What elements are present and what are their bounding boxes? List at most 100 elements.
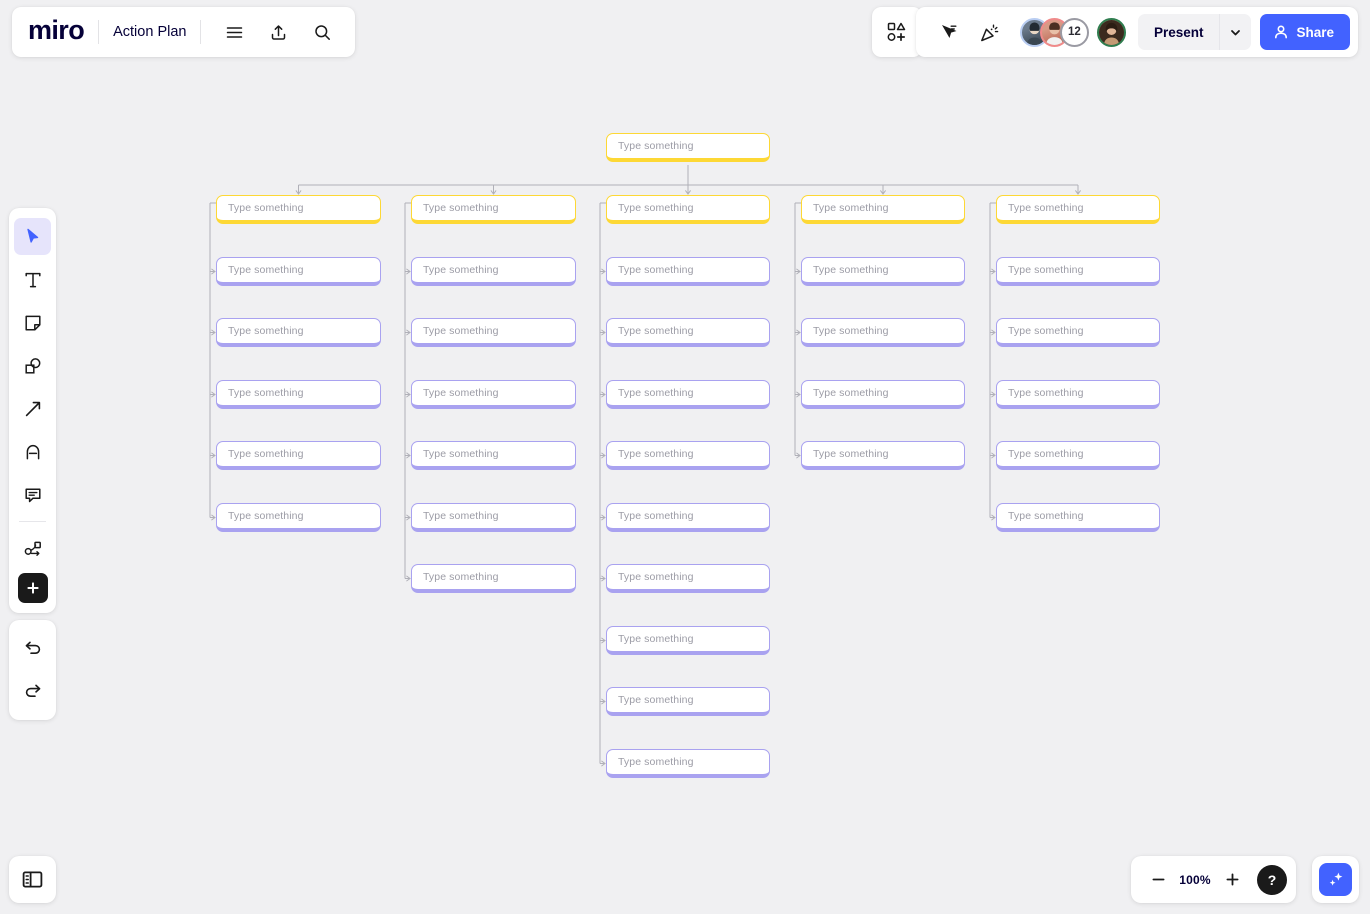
present-control-group: Present [1137, 14, 1252, 50]
column-2-child-2[interactable]: Type something [411, 318, 576, 347]
column-5-header[interactable]: Type something [996, 195, 1160, 224]
person-icon [1273, 24, 1289, 40]
board-canvas[interactable]: Type something Type something Type somethi… [0, 0, 1370, 914]
root-node[interactable]: Type something [606, 133, 770, 162]
ai-panel [1312, 856, 1359, 903]
column-1-child-1[interactable]: Type something [216, 257, 381, 286]
column-4-child-3[interactable]: Type something [801, 380, 965, 409]
column-3-child-6[interactable]: Type something [606, 564, 770, 593]
divider [200, 20, 202, 44]
column-1-child-4[interactable]: Type something [216, 441, 381, 470]
node-placeholder: Type something [228, 202, 304, 214]
column-2-header[interactable]: Type something [411, 195, 576, 224]
overflow-count-label: 12 [1068, 26, 1081, 38]
node-placeholder: Type something [618, 510, 694, 522]
hamburger-menu-icon[interactable] [217, 15, 251, 49]
column-2-child-4[interactable]: Type something [411, 441, 576, 470]
column-3-child-1[interactable]: Type something [606, 257, 770, 286]
collaborator-overflow-count[interactable]: 12 [1059, 17, 1089, 47]
column-4-child-4[interactable]: Type something [801, 441, 965, 470]
column-5-child-5[interactable]: Type something [996, 503, 1160, 532]
node-placeholder: Type something [1008, 325, 1084, 337]
column-5-child-1[interactable]: Type something [996, 257, 1160, 286]
column-3-child-5[interactable]: Type something [606, 503, 770, 532]
column-1-header[interactable]: Type something [216, 195, 381, 224]
column-3-child-7[interactable]: Type something [606, 626, 770, 655]
column-1-child-3[interactable]: Type something [216, 380, 381, 409]
node-placeholder: Type something [1008, 387, 1084, 399]
node-placeholder: Type something [813, 325, 889, 337]
present-button[interactable]: Present [1137, 14, 1220, 50]
upload-icon[interactable] [261, 15, 295, 49]
comment-tool[interactable] [14, 476, 51, 513]
celebration-icon[interactable] [972, 14, 1008, 50]
shapes-templates-icon[interactable] [886, 21, 908, 43]
zoom-out-button[interactable] [1142, 864, 1174, 896]
column-4-header[interactable]: Type something [801, 195, 965, 224]
sparkles-icon[interactable] [1319, 863, 1352, 896]
cursor-pointer-icon[interactable] [930, 14, 966, 50]
miro-logo[interactable]: miro [28, 16, 85, 48]
toolbar-divider [19, 521, 46, 522]
node-placeholder: Type something [1008, 202, 1084, 214]
zoom-level-label[interactable]: 100% [1178, 873, 1212, 887]
column-3-child-8[interactable]: Type something [606, 687, 770, 716]
collaborator-owner-avatar[interactable] [1096, 17, 1126, 47]
node-placeholder: Type something [618, 633, 694, 645]
column-1-child-2[interactable]: Type something [216, 318, 381, 347]
side-panel-toggle[interactable] [9, 856, 56, 903]
chevron-down-icon[interactable] [1219, 14, 1252, 50]
connector-tool[interactable] [14, 390, 51, 427]
column-2-child-6[interactable]: Type something [411, 564, 576, 593]
text-tool[interactable] [14, 261, 51, 298]
topbar-left: miro Action Plan [12, 7, 356, 57]
more-apps-tool[interactable] [17, 573, 48, 603]
node-placeholder: Type something [813, 448, 889, 460]
column-2-child-1[interactable]: Type something [411, 257, 576, 286]
board-title[interactable]: Action Plan [113, 24, 186, 40]
node-placeholder: Type something [423, 510, 499, 522]
node-placeholder: Type something [618, 756, 694, 768]
divider [98, 20, 100, 44]
column-3-child-2[interactable]: Type something [606, 318, 770, 347]
share-button[interactable]: Share [1260, 14, 1350, 50]
zoom-in-button[interactable] [1216, 864, 1248, 896]
topbar-right: 12 Present Share [915, 7, 1358, 57]
node-placeholder: Type something [423, 202, 499, 214]
pen-tool[interactable] [14, 433, 51, 470]
frame-tool[interactable] [14, 530, 51, 567]
column-4-child-1[interactable]: Type something [801, 257, 965, 286]
node-placeholder: Type something [228, 325, 304, 337]
node-placeholder: Type something [618, 140, 694, 152]
shapes-tool[interactable] [14, 347, 51, 384]
side-panel-icon [21, 868, 44, 891]
node-placeholder: Type something [423, 325, 499, 337]
select-tool[interactable] [14, 218, 51, 255]
column-4-child-2[interactable]: Type something [801, 318, 965, 347]
node-placeholder: Type something [228, 448, 304, 460]
help-button[interactable]: ? [1257, 864, 1287, 895]
node-placeholder: Type something [228, 387, 304, 399]
collaborator-avatars[interactable]: 12 [1019, 17, 1126, 47]
zoom-controls: 100% ? [1131, 856, 1296, 903]
node-placeholder: Type something [618, 694, 694, 706]
node-placeholder: Type something [423, 571, 499, 583]
node-placeholder: Type something [228, 264, 304, 276]
column-3-header[interactable]: Type something [606, 195, 770, 224]
column-3-child-9[interactable]: Type something [606, 749, 770, 778]
column-5-child-3[interactable]: Type something [996, 380, 1160, 409]
node-placeholder: Type something [813, 387, 889, 399]
column-3-child-3[interactable]: Type something [606, 380, 770, 409]
node-placeholder: Type something [618, 571, 694, 583]
column-2-child-3[interactable]: Type something [411, 380, 576, 409]
column-2-child-5[interactable]: Type something [411, 503, 576, 532]
column-5-child-2[interactable]: Type something [996, 318, 1160, 347]
sticky-note-tool[interactable] [14, 304, 51, 341]
column-5-child-4[interactable]: Type something [996, 441, 1160, 470]
column-1-child-5[interactable]: Type something [216, 503, 381, 532]
search-icon[interactable] [305, 15, 339, 49]
redo-icon[interactable] [14, 673, 51, 710]
column-3-child-4[interactable]: Type something [606, 441, 770, 470]
node-placeholder: Type something [228, 510, 304, 522]
undo-icon[interactable] [14, 630, 51, 667]
